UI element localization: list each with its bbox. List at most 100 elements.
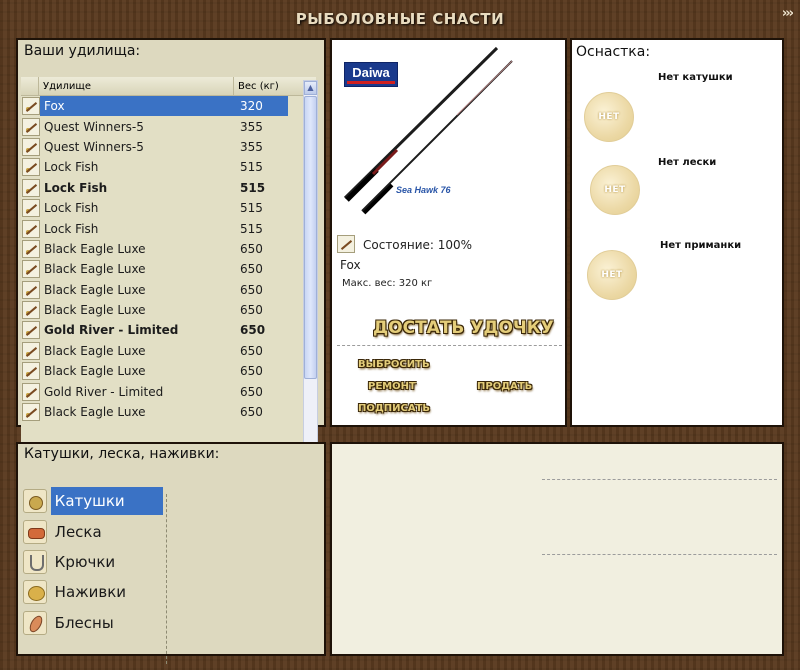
rod-icon xyxy=(22,362,40,381)
rod-weight: 650 xyxy=(240,323,266,338)
rod-icon xyxy=(22,97,40,116)
rod-row[interactable]: Lock Fish 515 xyxy=(21,198,316,218)
reel-icon xyxy=(23,489,47,513)
empty-mark: НЕТ xyxy=(604,185,626,195)
rod-row[interactable]: Lock Fish 515 xyxy=(21,178,316,198)
rods-panel-title: Ваши удилища: xyxy=(24,43,141,59)
spoon-lure-icon xyxy=(23,611,47,635)
rod-weight: 650 xyxy=(240,303,263,318)
reel-icon[interactable]: НЕТ xyxy=(584,92,634,142)
rod-icon xyxy=(22,260,40,279)
rod-icon xyxy=(22,219,40,238)
throw-away-button[interactable]: ВЫБРОСИТЬ xyxy=(358,359,430,370)
rod-name: Lock Fish xyxy=(44,221,99,236)
line-slot-label: Нет лески xyxy=(658,157,717,168)
category-line[interactable]: Леска xyxy=(23,518,163,546)
rod-icon xyxy=(22,280,40,299)
reel-slot-label: Нет катушки xyxy=(658,72,733,83)
column-header-weight[interactable]: Вес (кг) xyxy=(234,77,279,96)
repair-button[interactable]: РЕМОНТ xyxy=(368,381,416,392)
category-hooks[interactable]: Крючки xyxy=(23,548,163,576)
category-baits[interactable]: Наживки xyxy=(23,578,163,606)
rods-scrollbar[interactable]: ▲ ▼ xyxy=(303,80,318,462)
rods-list-header: Удилище Вес (кг) xyxy=(21,77,316,96)
rod-name: Quest Winners-5 xyxy=(44,119,144,134)
bait-icon xyxy=(23,580,47,604)
rod-state-icon xyxy=(337,235,355,253)
rod-name: Black Eagle Luxe xyxy=(44,303,146,318)
selected-rod-name: Fox xyxy=(340,258,361,272)
rod-weight: 650 xyxy=(240,343,263,358)
rod-weight: 320 xyxy=(236,96,288,117)
rod-icon xyxy=(22,178,40,197)
rod-row[interactable]: Gold River - Limited 650 xyxy=(21,381,316,401)
rod-row[interactable]: Black Eagle Luxe 650 xyxy=(21,259,316,279)
category-label: Катушки xyxy=(50,487,163,515)
category-divider xyxy=(166,494,167,664)
expand-arrows-icon[interactable]: ››› xyxy=(782,6,794,21)
scroll-up-icon[interactable]: ▲ xyxy=(304,81,317,95)
category-spoons[interactable]: Блесны xyxy=(23,609,163,637)
brand-name: Daiwa xyxy=(352,64,390,80)
get-rod-button[interactable]: ДОСТАТЬ УДОЧКУ xyxy=(373,318,554,338)
page-title: РЫБОЛОВНЫЕ СНАСТИ xyxy=(295,10,505,28)
daiwa-logo: Daiwa xyxy=(344,62,398,87)
line-spool-icon[interactable]: НЕТ xyxy=(590,165,640,215)
rod-name: Gold River - Limited xyxy=(44,384,164,399)
rod-icon xyxy=(22,301,40,320)
category-items-panel xyxy=(330,442,784,656)
category-label: Наживки xyxy=(54,583,127,601)
rod-icon xyxy=(22,403,40,422)
max-weight-label: Макс. вес: 320 кг xyxy=(342,278,433,289)
sell-button[interactable]: ПРОДАТЬ xyxy=(477,381,532,392)
rod-name: Black Eagle Luxe xyxy=(44,405,146,420)
rod-name: Lock Fish xyxy=(44,201,99,216)
brand-bar xyxy=(347,80,395,84)
rod-row[interactable]: Black Eagle Luxe 650 xyxy=(21,361,316,381)
rod-weight: 650 xyxy=(240,241,263,256)
rod-name: Gold River - Limited xyxy=(44,323,179,338)
rod-name: Quest Winners-5 xyxy=(44,139,144,154)
rod-weight: 355 xyxy=(240,119,263,134)
rod-icon xyxy=(22,321,40,340)
rod-row[interactable]: Black Eagle Luxe 650 xyxy=(21,341,316,361)
rod-weight: 650 xyxy=(240,405,263,420)
rod-icon xyxy=(22,199,40,218)
rod-icon xyxy=(22,239,40,258)
rods-panel: Ваши удилища: Удилище Вес (кг) Fox 320 Que… xyxy=(16,38,326,462)
rod-detail-panel: Daiwa Sea Hawk 76 Состояние: 100% Fox Ма… xyxy=(330,38,567,427)
rod-row[interactable]: Fox 320 xyxy=(21,96,316,117)
rod-name: Black Eagle Luxe xyxy=(44,364,146,379)
rod-weight: 650 xyxy=(240,364,263,379)
rod-row[interactable]: Quest Winners-5 355 xyxy=(21,116,316,136)
scroll-thumb[interactable] xyxy=(304,96,317,379)
hook-icon xyxy=(23,550,47,574)
rod-row[interactable]: Black Eagle Luxe 650 xyxy=(21,402,316,422)
rod-weight: 650 xyxy=(240,262,263,277)
rod-name: Black Eagle Luxe xyxy=(44,282,146,297)
rod-icon xyxy=(22,158,40,177)
rod-row[interactable]: Lock Fish 515 xyxy=(21,218,316,238)
rod-weight: 515 xyxy=(240,221,263,236)
rod-name: Black Eagle Luxe xyxy=(44,343,146,358)
rod-weight: 355 xyxy=(240,139,263,154)
tackle-panel: Оснастка: НЕТ Нет катушки НЕТ Нет лески … xyxy=(570,38,784,427)
rod-row[interactable]: Black Eagle Luxe 650 xyxy=(21,239,316,259)
lure-icon[interactable]: НЕТ xyxy=(587,250,637,300)
rod-name: Black Eagle Luxe xyxy=(44,262,146,277)
rod-row[interactable]: Black Eagle Luxe 650 xyxy=(21,300,316,320)
category-reels[interactable]: Катушки xyxy=(23,487,163,515)
sign-button[interactable]: ПОДПИСАТЬ xyxy=(358,403,430,414)
rod-icon xyxy=(22,341,40,360)
rod-row[interactable]: Black Eagle Luxe 650 xyxy=(21,280,316,300)
empty-mark: НЕТ xyxy=(601,270,623,280)
rod-weight: 650 xyxy=(240,384,263,399)
rod-row[interactable]: Quest Winners-5 355 xyxy=(21,137,316,157)
rod-row[interactable]: Lock Fish 515 xyxy=(21,157,316,177)
rod-model-label: Sea Hawk 76 xyxy=(396,185,451,195)
empty-mark: НЕТ xyxy=(598,112,620,122)
rod-row[interactable]: Gold River - Limited 650 xyxy=(21,320,316,340)
rod-name: Lock Fish xyxy=(44,160,99,175)
rod-name: Fox xyxy=(40,96,236,117)
column-header-name[interactable]: Удилище xyxy=(39,77,234,96)
